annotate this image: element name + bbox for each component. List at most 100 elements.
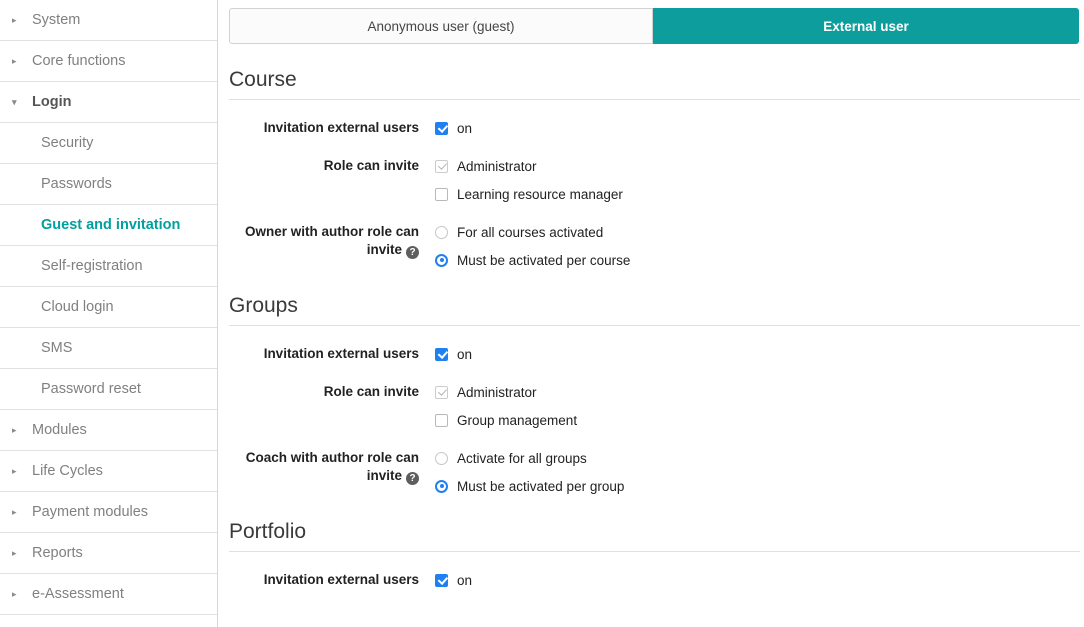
main-content: Anonymous user (guest)External user Cour…: [218, 0, 1084, 627]
sidebar-item-modules[interactable]: ▸ Modules: [0, 410, 217, 451]
section-heading: Groups: [229, 294, 1080, 326]
chevron-right-icon: ▸: [12, 508, 24, 517]
field-label-line: Coach with author role can: [229, 449, 419, 467]
control-line: Learning resource manager: [435, 184, 1080, 204]
field-label: Invitation external users: [229, 344, 435, 364]
chevron-right-icon: ▸: [12, 426, 24, 435]
field-controls: For all courses activated Must be activat…: [435, 222, 1080, 270]
field-label: Owner with author role caninvite?: [229, 222, 435, 270]
sidebar-item-guest-and-invitation[interactable]: Guest and invitation: [0, 205, 217, 246]
field-label: Coach with author role caninvite?: [229, 448, 435, 496]
checkbox-administrator: [435, 386, 448, 399]
control-label[interactable]: Administrator: [457, 159, 537, 174]
sidebar-item-label: Payment modules: [32, 504, 148, 520]
field-label-line: Role can invite: [229, 383, 419, 401]
sidebar-item-sms[interactable]: SMS: [0, 328, 217, 369]
chevron-right-icon: ▸: [12, 467, 24, 476]
sidebar-item-label: Passwords: [41, 176, 112, 192]
chevron-right-icon: ▸: [12, 57, 24, 66]
settings-sections: Course Invitation external users on Role ca…: [229, 68, 1080, 590]
sidebar-item-reports[interactable]: ▸Reports: [0, 533, 217, 574]
sidebar-item-passwords[interactable]: Passwords: [0, 164, 217, 205]
checkbox-group-management[interactable]: [435, 414, 448, 427]
sidebar-item-e-assessment[interactable]: ▸ e-Assessment: [0, 574, 217, 615]
field-label-line: Role can invite: [229, 157, 419, 175]
control-label[interactable]: Must be activated per course: [457, 253, 630, 268]
sidebar-item-self-registration[interactable]: Self-registration: [0, 246, 217, 287]
checkbox-learning-resource-manager[interactable]: [435, 188, 448, 201]
sidebar-item-password-reset[interactable]: Password reset: [0, 369, 217, 410]
control-label[interactable]: on: [457, 347, 472, 362]
section-heading: Course: [229, 68, 1080, 100]
tab-external-user[interactable]: External user: [653, 8, 1079, 44]
form-row: Invitation external users on: [229, 118, 1080, 138]
field-controls: Administrator Group management: [435, 382, 1080, 430]
tab-anonymous-user-guest[interactable]: Anonymous user (guest): [229, 8, 653, 44]
control-line: Must be activated per group: [435, 476, 1080, 496]
chevron-right-icon: ▸: [12, 590, 24, 599]
field-label-line: Invitation external users: [229, 571, 419, 589]
sidebar-item-login[interactable]: ▾Login: [0, 82, 217, 123]
field-controls: Activate for all groups Must be activated…: [435, 448, 1080, 496]
control-line: Activate for all groups: [435, 448, 1080, 468]
field-label-line: Invitation external users: [229, 119, 419, 137]
sidebar-item-label: Security: [41, 135, 93, 151]
control-label[interactable]: Administrator: [457, 385, 537, 400]
section-heading: Portfolio: [229, 520, 1080, 552]
sidebar-item-label: Guest and invitation: [41, 217, 180, 233]
radio-must-be-activated-per-course[interactable]: [435, 254, 448, 267]
control-line: Administrator: [435, 382, 1080, 402]
admin-settings-page: ▸System▸Core functions▾LoginSecurityPass…: [0, 0, 1084, 627]
field-controls: on: [435, 118, 1080, 138]
control-line: on: [435, 344, 1080, 364]
radio-for-all-courses-activated[interactable]: [435, 226, 448, 239]
sidebar-item-label: System: [32, 12, 80, 28]
form-row: Role can invite Administrator Learning res…: [229, 156, 1080, 204]
sidebar-item-cloud-login[interactable]: Cloud login: [0, 287, 217, 328]
field-label: Role can invite: [229, 156, 435, 204]
sidebar-item-label: SMS: [41, 340, 72, 356]
sidebar-item-life-cycles[interactable]: ▸Life Cycles: [0, 451, 217, 492]
control-label[interactable]: Group management: [457, 413, 577, 428]
help-icon[interactable]: ?: [406, 246, 419, 259]
control-label[interactable]: For all courses activated: [457, 225, 603, 240]
form-row: Coach with author role caninvite?Activat…: [229, 448, 1080, 496]
sidebar-item-label: e-Assessment: [32, 586, 124, 602]
control-label[interactable]: on: [457, 121, 472, 136]
checkbox-on[interactable]: [435, 122, 448, 135]
form-row: Invitation external users on: [229, 570, 1080, 590]
sidebar-item-label: Core functions: [32, 53, 126, 69]
sidebar-item-label: Reports: [32, 545, 83, 561]
checkbox-on[interactable]: [435, 574, 448, 587]
sidebar-item-payment-modules[interactable]: ▸ Payment modules: [0, 492, 217, 533]
sidebar-item-label: Password reset: [41, 381, 141, 397]
field-label: Invitation external users: [229, 570, 435, 590]
control-label[interactable]: Must be activated per group: [457, 479, 624, 494]
field-label: Invitation external users: [229, 118, 435, 138]
help-icon[interactable]: ?: [406, 472, 419, 485]
control-label[interactable]: Learning resource manager: [457, 187, 623, 202]
sidebar-item-label: Cloud login: [41, 299, 114, 315]
checkbox-on[interactable]: [435, 348, 448, 361]
sidebar-item-label: Login: [32, 94, 71, 110]
field-label: Role can invite: [229, 382, 435, 430]
control-label[interactable]: on: [457, 573, 472, 588]
sidebar-item-label: Modules: [32, 422, 87, 438]
control-line: Group management: [435, 410, 1080, 430]
field-controls: on: [435, 570, 1080, 590]
form-row: Invitation external users on: [229, 344, 1080, 364]
sidebar-item-security[interactable]: Security: [0, 123, 217, 164]
control-label[interactable]: Activate for all groups: [457, 451, 587, 466]
field-label-line: Invitation external users: [229, 345, 419, 363]
radio-must-be-activated-per-group[interactable]: [435, 480, 448, 493]
sidebar-item-core-functions[interactable]: ▸ Core functions: [0, 41, 217, 82]
control-line: Must be activated per course: [435, 250, 1080, 270]
field-label-line-with-help: invite?: [229, 241, 419, 259]
control-line: For all courses activated: [435, 222, 1080, 242]
radio-activate-for-all-groups[interactable]: [435, 452, 448, 465]
checkbox-administrator: [435, 160, 448, 173]
sidebar-item-label: Self-registration: [41, 258, 143, 274]
field-label-text: invite: [367, 242, 402, 257]
sidebar-item-system[interactable]: ▸System: [0, 0, 217, 41]
field-label-line: Owner with author role can: [229, 223, 419, 241]
